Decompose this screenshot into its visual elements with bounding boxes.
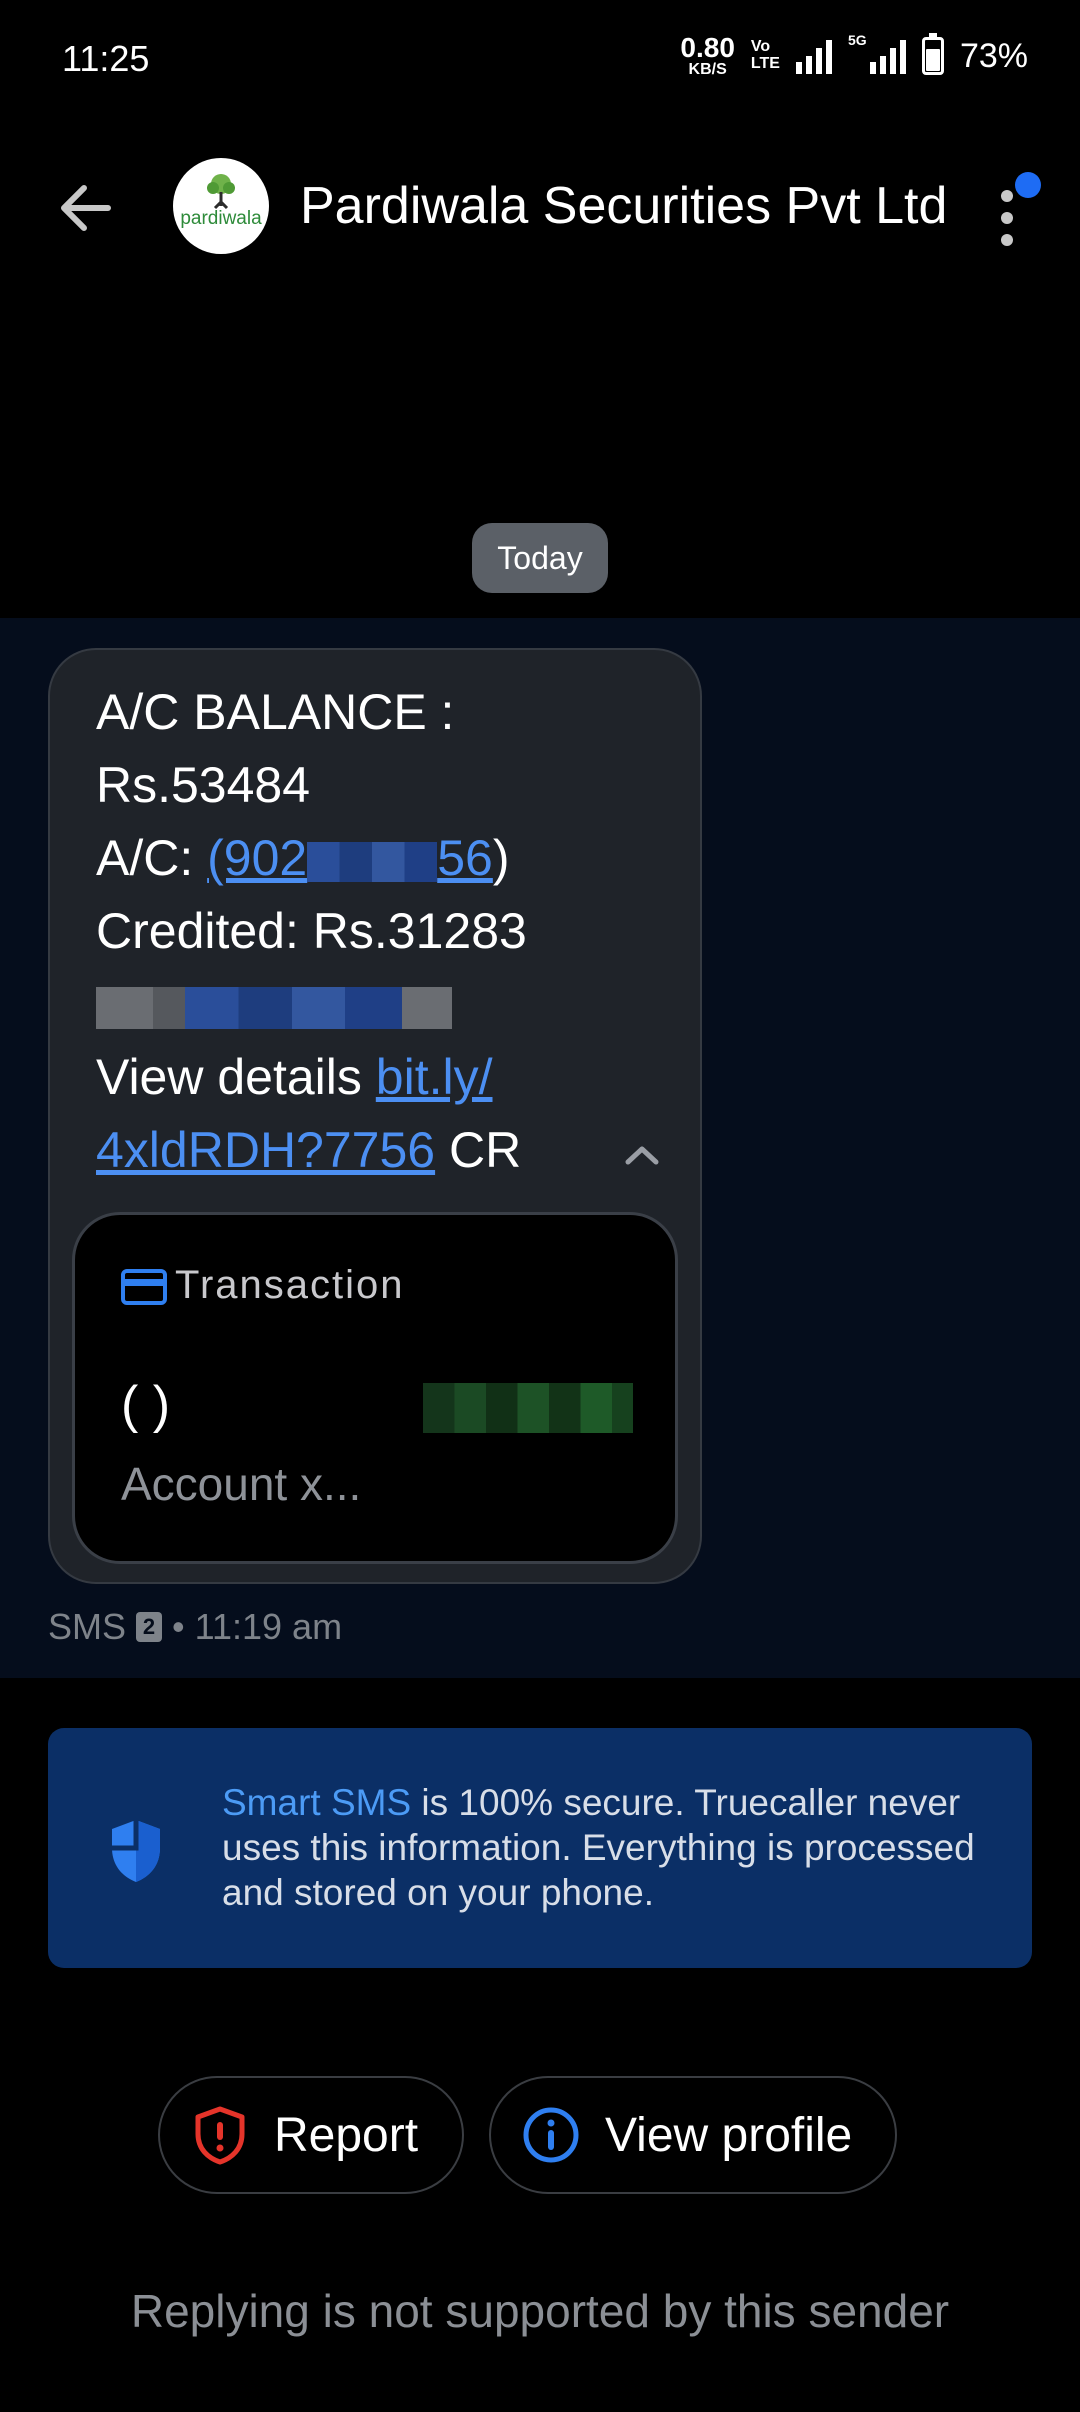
message-meta: SMS 2 • 11:19 am xyxy=(48,1606,342,1648)
account-number-link[interactable]: (902 56 xyxy=(207,830,493,886)
sim-icon: 2 xyxy=(136,1612,163,1642)
conversation-header: pardiwala Pardiwala Securities Pvt Ltd xyxy=(0,140,1080,270)
message-time: 11:19 am xyxy=(194,1606,343,1647)
redacted-line xyxy=(96,968,656,1041)
meta-separator: • xyxy=(172,1606,185,1647)
link-line: 4xldRDH?7756 CR xyxy=(96,1122,522,1178)
signal-5g-icon: 5G xyxy=(848,32,906,74)
smart-sms-brand: Smart SMS xyxy=(222,1782,412,1823)
battery-icon xyxy=(921,33,944,75)
view-details-line: View details bit.ly/ xyxy=(96,1049,493,1105)
view-profile-button[interactable]: View profile xyxy=(489,2076,897,2194)
volte-icon: Vo LTE xyxy=(750,38,780,72)
details-link[interactable]: bit.ly/ xyxy=(376,1049,493,1105)
sender-avatar[interactable]: pardiwala xyxy=(173,158,269,254)
transaction-name: ( ) xyxy=(121,1376,171,1434)
svg-text:pardiwala: pardiwala xyxy=(180,208,262,229)
message-bubble[interactable]: A/C BALANCE : Rs.53484 A/C: (902 56) Cred… xyxy=(48,648,702,1584)
report-label: Report xyxy=(274,2108,419,2162)
view-profile-label: View profile xyxy=(605,2108,853,2162)
more-options-button[interactable] xyxy=(985,168,1045,248)
reply-disabled-note: Replying is not supported by this sender xyxy=(130,2285,950,2337)
balance-label: A/C BALANCE : xyxy=(96,684,455,740)
report-shield-icon xyxy=(195,2106,245,2165)
back-button[interactable] xyxy=(50,178,120,238)
transaction-title: Transaction xyxy=(175,1263,405,1307)
net-speed-value: 0.80 xyxy=(680,32,735,63)
arrow-left-icon xyxy=(61,185,111,231)
net-speed: 0.80 KB/S xyxy=(680,34,735,78)
more-vertical-icon xyxy=(1001,190,1013,246)
transaction-account: Account x... xyxy=(121,1458,362,1510)
chevron-up-icon[interactable] xyxy=(620,1140,664,1170)
status-indicators: 0.80 KB/S Vo LTE 5G 73% xyxy=(680,32,1028,78)
redacted-amount xyxy=(423,1383,633,1433)
pardiwala-logo: pardiwala xyxy=(180,174,262,229)
message-body: A/C BALANCE : Rs.53484 A/C: (902 56) Cred… xyxy=(96,676,656,1187)
notification-dot xyxy=(1015,172,1041,198)
status-bar: 11:25 0.80 KB/S Vo LTE 5G 73% xyxy=(0,0,1080,120)
signal-icon xyxy=(795,38,832,74)
redacted-digits xyxy=(307,841,438,882)
message-type: SMS xyxy=(48,1606,127,1647)
balance-value: Rs.53484 xyxy=(96,757,311,813)
account-line: A/C: (902 56) xyxy=(96,830,510,886)
redacted-text xyxy=(96,986,452,1029)
smart-sms-text: Smart SMS is 100% secure. Truecaller nev… xyxy=(222,1782,975,1913)
battery-percent: 73% xyxy=(959,36,1028,75)
status-time: 11:25 xyxy=(62,38,150,79)
report-button[interactable]: Report xyxy=(158,2076,464,2194)
transaction-card[interactable]: Transaction ( ) Account x... xyxy=(72,1212,678,1564)
credited-line: Credited: Rs.31283 xyxy=(96,903,527,959)
smart-sms-info-card: Smart SMS is 100% secure. Truecaller nev… xyxy=(48,1728,1032,1968)
shield-icon xyxy=(112,1820,160,1882)
date-divider: Today xyxy=(472,523,608,593)
info-icon xyxy=(523,2107,579,2163)
details-link-continued[interactable]: 4xldRDH?7756 xyxy=(96,1122,435,1178)
sender-name: Pardiwala Securities Pvt Ltd xyxy=(300,177,948,235)
net-speed-unit: KB/S xyxy=(688,61,727,78)
credit-card-icon xyxy=(121,1269,167,1305)
